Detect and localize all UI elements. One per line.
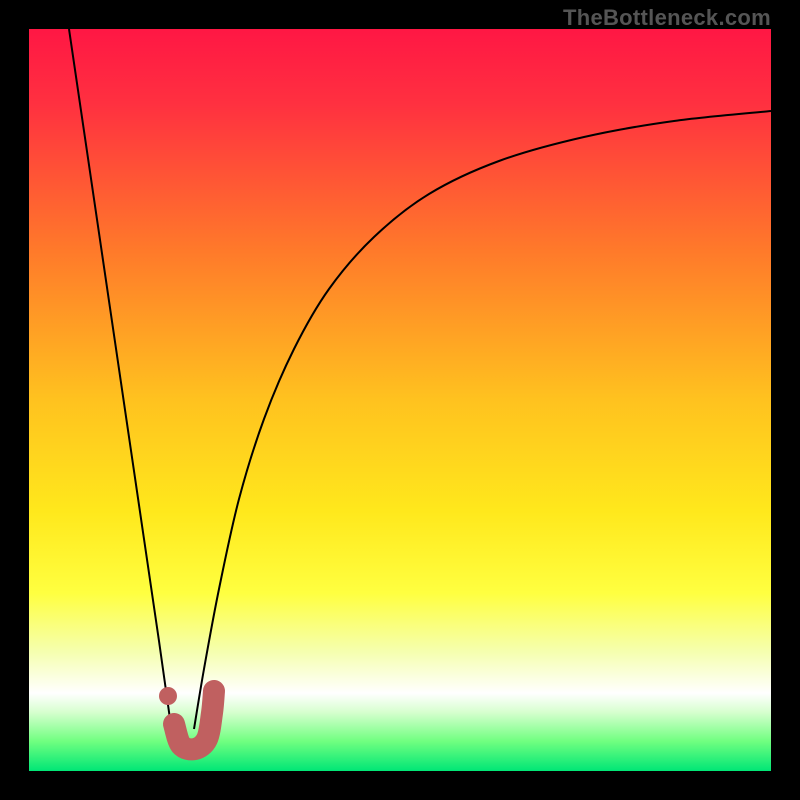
watermark-text: TheBottleneck.com	[563, 5, 771, 31]
curve-rising-right	[194, 111, 771, 729]
curve-falling-left	[69, 29, 170, 719]
plot-area	[29, 29, 771, 771]
curves-overlay	[29, 29, 771, 771]
marker-hook	[174, 691, 214, 749]
marker-dot	[159, 687, 177, 705]
